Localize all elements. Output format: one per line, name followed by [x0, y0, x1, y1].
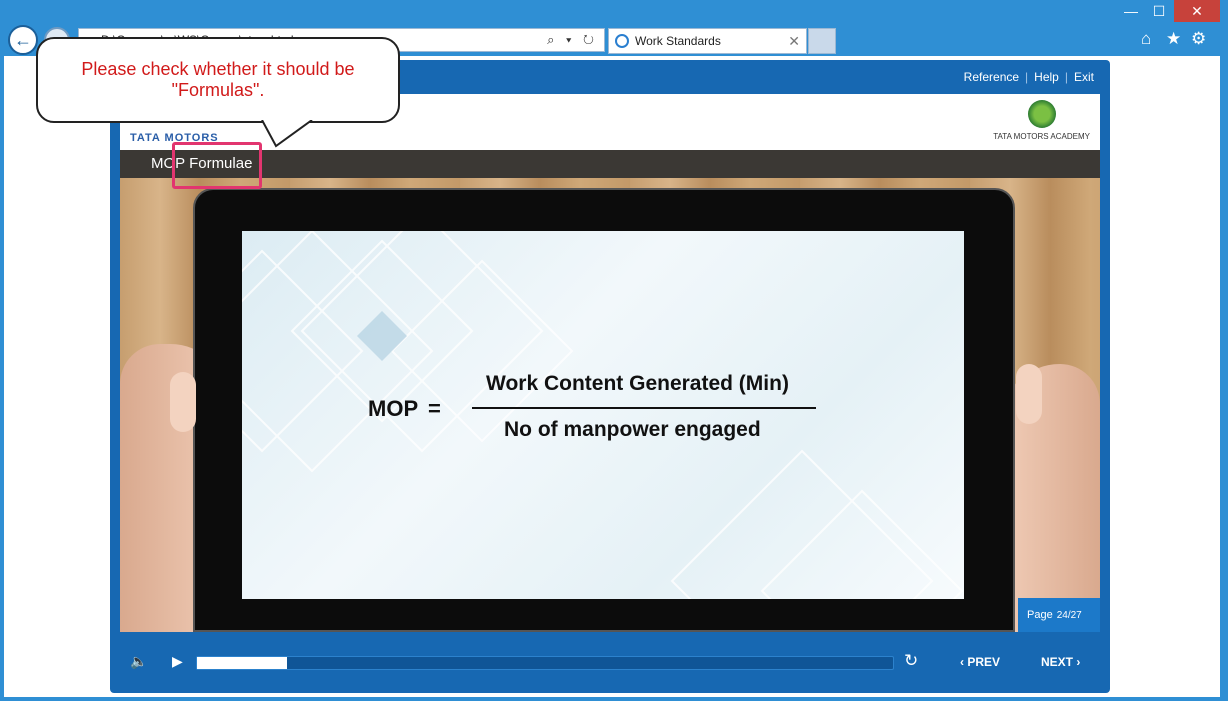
right-thumb-image [1016, 364, 1042, 424]
page-indicator: Page 24/27 [1018, 598, 1100, 632]
right-hand-image [1000, 364, 1100, 632]
seek-bar-fill [197, 657, 288, 669]
callout-tail [261, 120, 313, 148]
tablet-screen: MOP = Work Content Generated (Min) No of… [242, 231, 964, 599]
formula-numerator: Work Content Generated (Min) [486, 372, 789, 395]
exit-link[interactable]: Exit [1074, 70, 1094, 84]
back-button[interactable]: ← [8, 25, 38, 55]
title-bar: MOP Formulae [120, 150, 1100, 178]
fraction-line [472, 407, 816, 409]
close-button[interactable]: ✕ [1174, 0, 1220, 22]
page-label: Page [1027, 609, 1053, 621]
player-controls: 🔈 ▶ ↻ ‹ PREV NEXT › [110, 640, 1110, 686]
ie-icon [615, 34, 629, 48]
home-icon[interactable]: ⌂ [1141, 29, 1151, 49]
help-link[interactable]: Help [1034, 70, 1059, 84]
maximize-button[interactable]: ☐ [1146, 0, 1172, 22]
reference-link[interactable]: Reference [964, 70, 1019, 84]
replay-icon[interactable]: ↻ [904, 651, 918, 671]
formula: MOP = Work Content Generated (Min) No of… [242, 231, 964, 599]
next-button[interactable]: NEXT › [1041, 655, 1080, 669]
formula-lhs: MOP [368, 396, 419, 421]
next-label: NEXT [1041, 655, 1074, 669]
review-comment-callout: Please check whether it should be "Formu… [36, 37, 400, 123]
minimize-button[interactable]: — [1118, 0, 1144, 22]
tab-label: Work Standards [635, 34, 721, 48]
academy-logo: TATA MOTORS ACADEMY [993, 100, 1090, 141]
volume-icon[interactable]: 🔈 [130, 653, 147, 670]
tab-work-standards[interactable]: Work Standards ✕ [608, 28, 807, 54]
page-number: 24/27 [1056, 610, 1082, 621]
left-thumb-image [170, 372, 196, 432]
gear-icon[interactable]: ⚙ [1191, 29, 1206, 49]
new-tab-button[interactable] [808, 28, 836, 54]
formula-equals: = [428, 396, 441, 421]
star-icon[interactable]: ★ [1166, 29, 1181, 49]
play-icon[interactable]: ▶ [172, 653, 183, 670]
slide: TATA MOTORS TATA MOTORS ACADEMY MOP Form… [120, 94, 1100, 632]
prev-button[interactable]: ‹ PREV [960, 655, 1000, 669]
highlight-box [172, 142, 262, 189]
formula-denominator: No of manpower engaged [504, 418, 761, 441]
seek-bar[interactable] [196, 656, 894, 670]
top-links: Reference | Help | Exit [963, 70, 1094, 84]
tree-icon [1027, 100, 1056, 128]
academy-text: TATA MOTORS ACADEMY [993, 132, 1090, 141]
tab-close-icon[interactable]: ✕ [788, 29, 800, 53]
review-comment-text: Please check whether it should be "Formu… [81, 59, 355, 100]
search-refresh-icons[interactable]: ⌕ ▾ ↻ [547, 29, 598, 51]
prev-label: PREV [967, 655, 1001, 669]
